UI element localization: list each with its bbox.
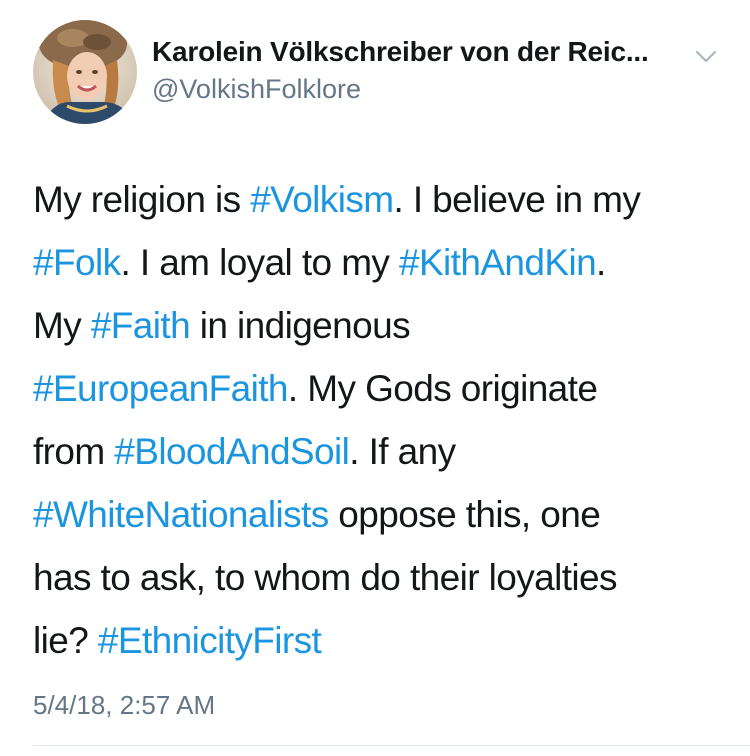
tweet-text-line: #Folk. I am loyal to my #KithAndKin. xyxy=(33,231,733,294)
tweet-text-line: #EuropeanFaith. My Gods originate xyxy=(33,357,733,420)
hashtag-link[interactable]: #Volkism xyxy=(250,179,394,220)
hashtag-link[interactable]: #Folk xyxy=(33,242,121,283)
chevron-down-icon[interactable] xyxy=(692,44,720,68)
author-handle[interactable]: @VolkishFolklore xyxy=(152,74,361,105)
tweet-text: My religion is #Volkism. I believe in my… xyxy=(33,168,733,672)
author-display-name[interactable]: Karolein Völkschreiber von der Reic... xyxy=(152,36,649,68)
tweet-text-line: has to ask, to whom do their loyalties xyxy=(33,546,733,609)
tweet-timestamp[interactable]: 5/4/18, 2:57 AM xyxy=(33,690,215,721)
tweet-text-segment: from xyxy=(33,431,115,472)
tweet-text-segment: in indigenous xyxy=(190,305,411,346)
tweet-text-line: #WhiteNationalists oppose this, one xyxy=(33,483,733,546)
tweet-text-segment: . I am loyal to my xyxy=(120,242,399,283)
tweet-text-segment: My xyxy=(33,305,91,346)
hashtag-link[interactable]: #Faith xyxy=(91,305,191,346)
tweet-card: Karolein Völkschreiber von der Reic... @… xyxy=(0,0,750,756)
tweet-text-line: from #BloodAndSoil. If any xyxy=(33,420,733,483)
hashtag-link[interactable]: #EuropeanFaith xyxy=(33,368,289,409)
tweet-text-segment: has to ask, to whom do their loyalties xyxy=(33,557,617,598)
tweet-text-line: lie? #EthnicityFirst xyxy=(33,609,733,672)
tweet-text-segment: lie? xyxy=(33,620,98,661)
hashtag-link[interactable]: #KithAndKin xyxy=(399,242,597,283)
tweet-text-segment: . I believe in my xyxy=(393,179,641,220)
tweet-text-segment: oppose this, one xyxy=(328,494,601,535)
tweet-text-segment: My religion is xyxy=(33,179,251,220)
tweet-text-line: My #Faith in indigenous xyxy=(33,294,733,357)
tweet-text-line: My religion is #Volkism. I believe in my xyxy=(33,168,733,231)
hashtag-link[interactable]: #EthnicityFirst xyxy=(98,620,322,661)
tweet-text-segment: . xyxy=(596,242,606,283)
hashtag-link[interactable]: #BloodAndSoil xyxy=(114,431,350,472)
tweet-text-segment: . My Gods originate xyxy=(287,368,598,409)
divider xyxy=(33,745,750,746)
hashtag-link[interactable]: #WhiteNationalists xyxy=(33,494,329,535)
tweet-text-segment: . If any xyxy=(349,431,456,472)
avatar[interactable] xyxy=(33,20,137,124)
